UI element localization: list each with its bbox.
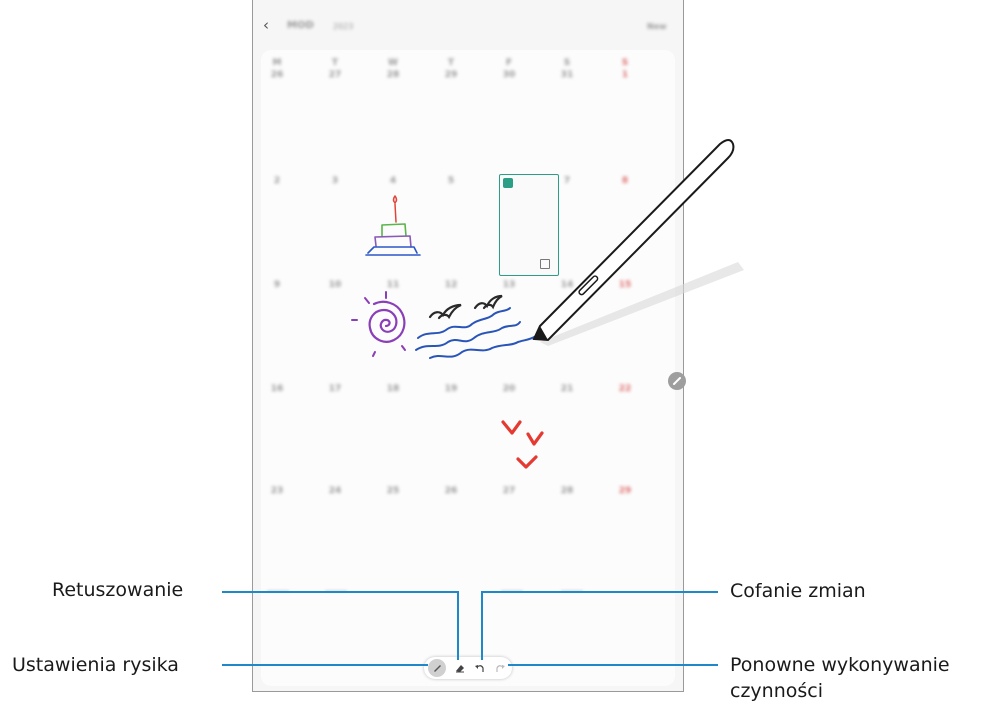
callout-redo-label-line2: czynności <box>730 680 823 702</box>
callout-retouch-label: Retuszowanie <box>52 579 184 601</box>
callout-undo-label: Cofanie zmian <box>730 580 866 602</box>
callout-pen-settings-label: Ustawienia rysika <box>12 654 179 676</box>
callout-lines <box>222 591 718 666</box>
callout-redo-label: Ponowne wykonywanie <box>730 654 950 676</box>
